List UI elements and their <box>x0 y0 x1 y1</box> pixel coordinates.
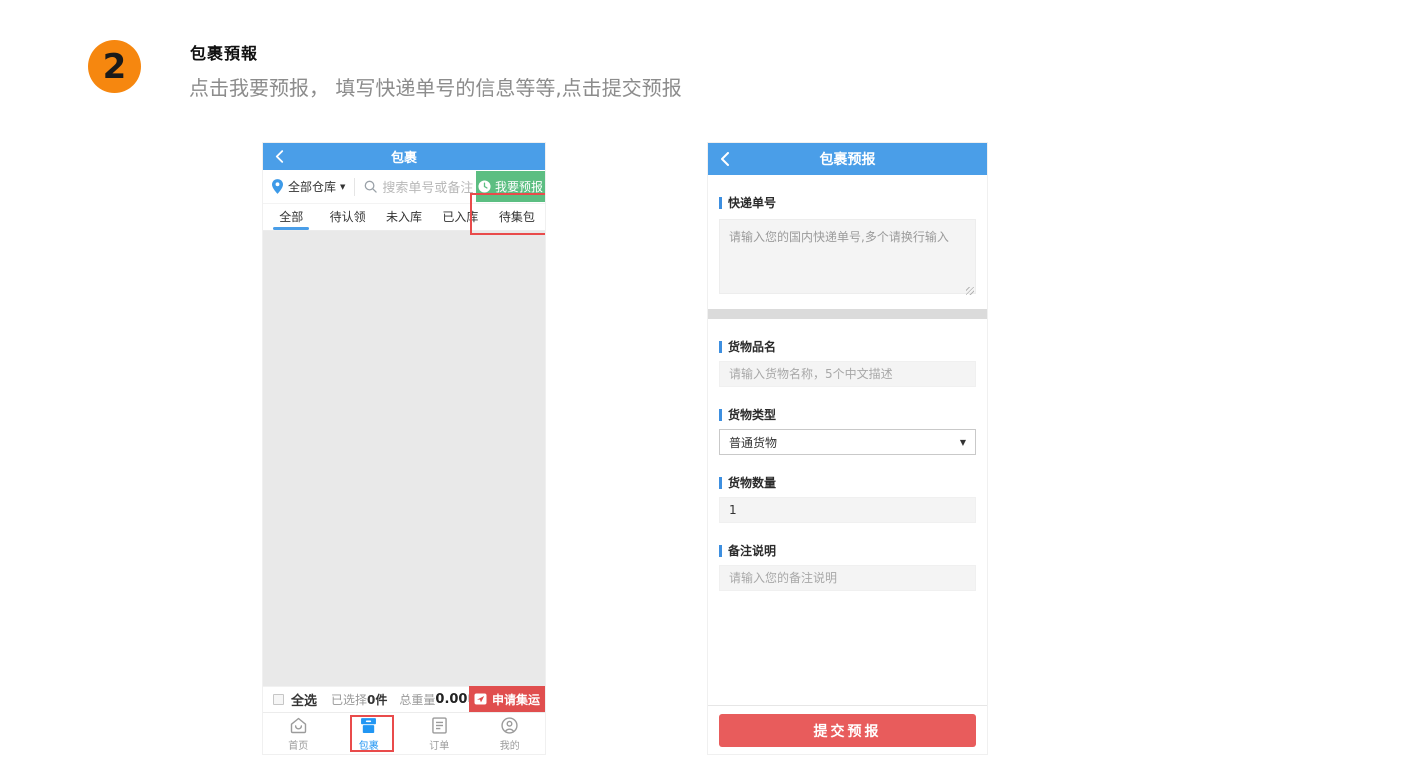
consolidate-button-label: 申请集运 <box>492 691 540 708</box>
selected-count-label: 已选择 <box>331 691 367 708</box>
package-forecast-screen: 包裹预报 快递单号 货物品名 货物类型 普通货物 <box>707 142 988 755</box>
divider <box>354 178 355 196</box>
forecast-button[interactable]: 我要预报 <box>476 171 545 202</box>
submit-forecast-button[interactable]: 提交预报 <box>719 714 976 747</box>
back-button[interactable] <box>275 143 284 170</box>
consolidate-icon <box>474 693 487 705</box>
selection-bar: 全选 已选择 0件 总重量 0.00 kg 申请集运 <box>263 686 545 712</box>
remark-input[interactable] <box>719 565 976 591</box>
label-accent-bar <box>719 197 722 209</box>
home-icon <box>288 715 309 736</box>
resize-handle-icon[interactable] <box>966 287 974 295</box>
forecast-footer: 提交预报 <box>708 705 987 747</box>
order-icon <box>429 715 450 736</box>
field-label-cargo-type: 货物类型 <box>719 406 976 423</box>
nav-label-orders: 订单 <box>429 737 449 752</box>
package-list-screen: 包裹 全部仓库 ▼ 搜索单号或备注 我要预报 全部 待认领 未入库 已入库 <box>262 142 546 755</box>
nav-item-packages[interactable]: 包裹 <box>334 713 405 754</box>
select-all-checkbox[interactable] <box>273 694 284 705</box>
label-accent-bar <box>719 477 722 489</box>
package-icon <box>358 715 379 736</box>
nav-item-profile[interactable]: 我的 <box>475 713 546 754</box>
nav-label-home: 首页 <box>288 737 308 752</box>
search-placeholder: 搜索单号或备注 <box>382 177 473 196</box>
step-title: 包裹預報 <box>190 40 258 64</box>
caret-down-icon: ▼ <box>340 183 345 191</box>
tab-to-pack[interactable]: 待集包 <box>489 204 545 230</box>
tutorial-page: 2 包裹預報 点击我要预报， 填写快递单号的信息等等,点击提交预报 包裹 全部仓… <box>0 0 1417 768</box>
label-accent-bar <box>719 545 722 557</box>
tab-not-in-warehouse[interactable]: 未入库 <box>376 204 432 230</box>
tab-to-claim[interactable]: 待认领 <box>319 204 375 230</box>
consolidate-button[interactable]: 申请集运 <box>469 686 545 712</box>
section-divider <box>708 309 987 319</box>
select-all-label: 全选 <box>291 690 317 709</box>
clock-icon <box>478 180 491 193</box>
field-label-remark: 备注说明 <box>719 542 976 559</box>
cargo-name-input[interactable] <box>719 361 976 387</box>
cargo-type-value: 普通货物 <box>729 434 777 451</box>
forecast-header: 包裹预报 <box>708 143 987 175</box>
empty-package-list <box>263 231 545 686</box>
field-label-tracking-number: 快递单号 <box>719 194 976 211</box>
search-icon <box>364 180 377 193</box>
back-icon <box>720 152 730 166</box>
caret-down-icon: ▼ <box>960 438 966 447</box>
weight-label: 总重量 <box>399 691 435 708</box>
back-icon <box>275 150 284 163</box>
weight-value: 0.00 <box>435 692 467 707</box>
bottom-tab-bar: 首页 包裹 订单 我的 <box>263 712 545 754</box>
page-title: 包裹 <box>391 147 417 166</box>
cargo-quantity-input[interactable] <box>719 497 976 523</box>
step-number-badge: 2 <box>88 40 141 93</box>
forecast-form: 快递单号 货物品名 货物类型 普通货物 ▼ 货物数量 <box>708 194 987 591</box>
page-title: 包裹预报 <box>820 149 876 169</box>
field-label-cargo-name: 货物品名 <box>719 338 976 355</box>
tracking-number-textarea[interactable] <box>719 219 976 294</box>
nav-label-packages: 包裹 <box>359 737 379 752</box>
nav-label-profile: 我的 <box>500 737 520 752</box>
label-accent-bar <box>719 409 722 421</box>
status-tabs: 全部 待认领 未入库 已入库 待集包 <box>263 204 545 231</box>
warehouse-selector-label: 全部仓库 <box>288 178 336 195</box>
tab-all[interactable]: 全部 <box>263 204 319 230</box>
nav-item-home[interactable]: 首页 <box>263 713 334 754</box>
warehouse-selector[interactable]: 全部仓库 ▼ <box>272 178 345 195</box>
forecast-button-label: 我要预报 <box>495 178 543 195</box>
package-list-header: 包裹 <box>263 143 545 170</box>
nav-item-orders[interactable]: 订单 <box>404 713 475 754</box>
filter-bar: 全部仓库 ▼ 搜索单号或备注 我要预报 <box>263 170 545 204</box>
selected-count-value: 0件 <box>367 691 387 708</box>
tab-in-warehouse[interactable]: 已入库 <box>432 204 488 230</box>
cargo-type-select[interactable]: 普通货物 ▼ <box>719 429 976 455</box>
step-subtitle: 点击我要预报， 填写快递单号的信息等等,点击提交预报 <box>189 72 682 101</box>
profile-icon <box>499 715 520 736</box>
label-accent-bar <box>719 341 722 353</box>
location-pin-icon <box>272 179 283 194</box>
back-button[interactable] <box>720 143 730 175</box>
field-label-cargo-quantity: 货物数量 <box>719 474 976 491</box>
